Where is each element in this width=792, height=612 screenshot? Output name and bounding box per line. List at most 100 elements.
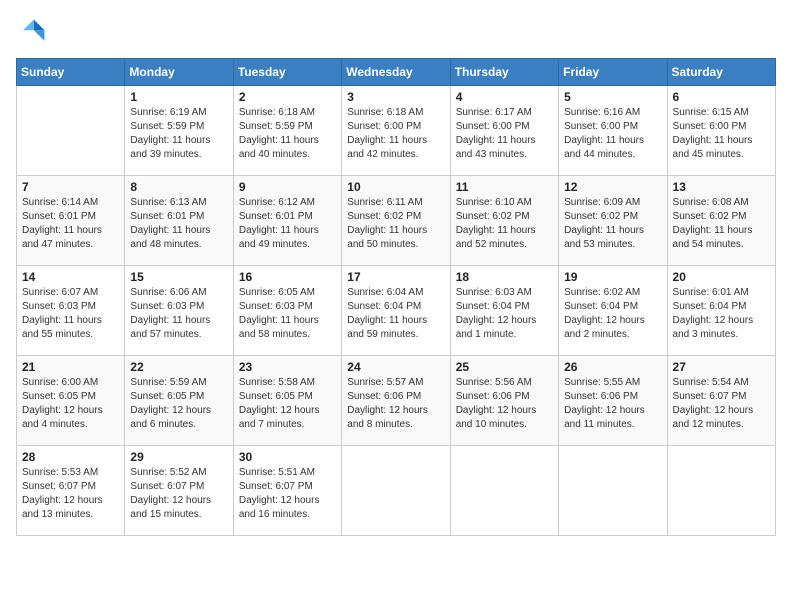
calendar-cell: 4 Sunrise: 6:17 AMSunset: 6:00 PMDaylight… bbox=[450, 86, 558, 176]
day-number: 27 bbox=[673, 360, 770, 374]
day-number: 1 bbox=[130, 90, 227, 104]
calendar-cell: 24Sunrise: 5:57 AMSunset: 6:06 PMDayligh… bbox=[342, 356, 450, 446]
day-number: 13 bbox=[673, 180, 770, 194]
calendar-cell: 14 Sunrise: 6:07 AMSunset: 6:03 PMDayligh… bbox=[17, 266, 125, 356]
cell-info: Sunrise: 5:52 AMSunset: 6:07 PMDaylight:… bbox=[130, 466, 227, 522]
cell-info: Sunrise: 6:18 AMSunset: 6:00 PMDaylight:… bbox=[347, 106, 444, 162]
cell-info: Sunrise: 6:16 AMSunset: 6:00 PMDaylight:… bbox=[564, 106, 661, 162]
cell-info: Sunrise: 6:17 AMSunset: 6:00 PMDaylight:… bbox=[456, 106, 553, 162]
header-row: SundayMondayTuesdayWednesdayThursdayFrid… bbox=[17, 59, 776, 86]
cell-info: Sunrise: 6:11 AMSunset: 6:02 PMDaylight:… bbox=[347, 196, 444, 252]
calendar-cell: 30 Sunrise: 5:51 AMSunset: 6:07 PMDayligh… bbox=[233, 446, 341, 536]
calendar-cell: 16 Sunrise: 6:05 AMSunset: 6:03 PMDayligh… bbox=[233, 266, 341, 356]
calendar-cell: 17 Sunrise: 6:04 AMSunset: 6:04 PMDayligh… bbox=[342, 266, 450, 356]
day-number: 18 bbox=[456, 270, 553, 284]
calendar-cell: 25 Sunrise: 5:56 AMSunset: 6:06 PMDayligh… bbox=[450, 356, 558, 446]
calendar-cell: 8 Sunrise: 6:13 AMSunset: 6:01 PMDaylight… bbox=[125, 176, 233, 266]
calendar-cell bbox=[450, 446, 558, 536]
day-number: 30 bbox=[239, 450, 336, 464]
day-number: 21 bbox=[22, 360, 119, 374]
calendar-cell: 15 Sunrise: 6:06 AMSunset: 6:03 PMDayligh… bbox=[125, 266, 233, 356]
week-row-3: 14 Sunrise: 6:07 AMSunset: 6:03 PMDayligh… bbox=[17, 266, 776, 356]
calendar-cell: 22 Sunrise: 5:59 AMSunset: 6:05 PMDayligh… bbox=[125, 356, 233, 446]
day-number: 29 bbox=[130, 450, 227, 464]
day-number: 16 bbox=[239, 270, 336, 284]
day-number: 9 bbox=[239, 180, 336, 194]
calendar-cell bbox=[17, 86, 125, 176]
day-number: 26 bbox=[564, 360, 661, 374]
cell-info: Sunrise: 5:51 AMSunset: 6:07 PMDaylight:… bbox=[239, 466, 336, 522]
day-number: 6 bbox=[673, 90, 770, 104]
logo bbox=[16, 16, 52, 48]
col-header-friday: Friday bbox=[559, 59, 667, 86]
calendar-cell: 6 Sunrise: 6:15 AMSunset: 6:00 PMDaylight… bbox=[667, 86, 775, 176]
cell-info: Sunrise: 6:00 AMSunset: 6:05 PMDaylight:… bbox=[22, 376, 119, 432]
week-row-2: 7 Sunrise: 6:14 AMSunset: 6:01 PMDaylight… bbox=[17, 176, 776, 266]
calendar-table: SundayMondayTuesdayWednesdayThursdayFrid… bbox=[16, 58, 776, 536]
cell-info: Sunrise: 6:06 AMSunset: 6:03 PMDaylight:… bbox=[130, 286, 227, 342]
calendar-cell: 10 Sunrise: 6:11 AMSunset: 6:02 PMDayligh… bbox=[342, 176, 450, 266]
cell-info: Sunrise: 6:13 AMSunset: 6:01 PMDaylight:… bbox=[130, 196, 227, 252]
day-number: 8 bbox=[130, 180, 227, 194]
cell-info: Sunrise: 5:59 AMSunset: 6:05 PMDaylight:… bbox=[130, 376, 227, 432]
cell-info: Sunrise: 6:02 AMSunset: 6:04 PMDaylight:… bbox=[564, 286, 661, 342]
cell-info: Sunrise: 5:56 AMSunset: 6:06 PMDaylight:… bbox=[456, 376, 553, 432]
calendar-cell: 23Sunrise: 5:58 AMSunset: 6:05 PMDayligh… bbox=[233, 356, 341, 446]
calendar-cell: 2 Sunrise: 6:18 AMSunset: 5:59 PMDaylight… bbox=[233, 86, 341, 176]
calendar-cell: 7 Sunrise: 6:14 AMSunset: 6:01 PMDaylight… bbox=[17, 176, 125, 266]
day-number: 5 bbox=[564, 90, 661, 104]
col-header-thursday: Thursday bbox=[450, 59, 558, 86]
cell-info: Sunrise: 6:18 AMSunset: 5:59 PMDaylight:… bbox=[239, 106, 336, 162]
week-row-1: 1 Sunrise: 6:19 AMSunset: 5:59 PMDaylight… bbox=[17, 86, 776, 176]
cell-info: Sunrise: 6:15 AMSunset: 6:00 PMDaylight:… bbox=[673, 106, 770, 162]
cell-info: Sunrise: 6:19 AMSunset: 5:59 PMDaylight:… bbox=[130, 106, 227, 162]
day-number: 2 bbox=[239, 90, 336, 104]
page-header bbox=[16, 16, 776, 48]
calendar-cell: 13Sunrise: 6:08 AMSunset: 6:02 PMDayligh… bbox=[667, 176, 775, 266]
day-number: 23 bbox=[239, 360, 336, 374]
calendar-cell: 27 Sunrise: 5:54 AMSunset: 6:07 PMDayligh… bbox=[667, 356, 775, 446]
calendar-cell: 1 Sunrise: 6:19 AMSunset: 5:59 PMDaylight… bbox=[125, 86, 233, 176]
day-number: 11 bbox=[456, 180, 553, 194]
day-number: 12 bbox=[564, 180, 661, 194]
cell-info: Sunrise: 6:10 AMSunset: 6:02 PMDaylight:… bbox=[456, 196, 553, 252]
calendar-cell: 29 Sunrise: 5:52 AMSunset: 6:07 PMDayligh… bbox=[125, 446, 233, 536]
cell-info: Sunrise: 6:05 AMSunset: 6:03 PMDaylight:… bbox=[239, 286, 336, 342]
logo-icon bbox=[16, 16, 48, 48]
calendar-cell: 18Sunrise: 6:03 AMSunset: 6:04 PMDayligh… bbox=[450, 266, 558, 356]
cell-info: Sunrise: 5:57 AMSunset: 6:06 PMDaylight:… bbox=[347, 376, 444, 432]
calendar-cell: 21 Sunrise: 6:00 AMSunset: 6:05 PMDayligh… bbox=[17, 356, 125, 446]
day-number: 25 bbox=[456, 360, 553, 374]
calendar-cell: 20 Sunrise: 6:01 AMSunset: 6:04 PMDayligh… bbox=[667, 266, 775, 356]
col-header-monday: Monday bbox=[125, 59, 233, 86]
calendar-cell: 28 Sunrise: 5:53 AMSunset: 6:07 PMDayligh… bbox=[17, 446, 125, 536]
cell-info: Sunrise: 6:07 AMSunset: 6:03 PMDaylight:… bbox=[22, 286, 119, 342]
col-header-sunday: Sunday bbox=[17, 59, 125, 86]
calendar-cell: 5 Sunrise: 6:16 AMSunset: 6:00 PMDaylight… bbox=[559, 86, 667, 176]
cell-info: Sunrise: 5:55 AMSunset: 6:06 PMDaylight:… bbox=[564, 376, 661, 432]
cell-info: Sunrise: 5:53 AMSunset: 6:07 PMDaylight:… bbox=[22, 466, 119, 522]
day-number: 3 bbox=[347, 90, 444, 104]
day-number: 10 bbox=[347, 180, 444, 194]
calendar-cell bbox=[559, 446, 667, 536]
col-header-tuesday: Tuesday bbox=[233, 59, 341, 86]
cell-info: Sunrise: 6:14 AMSunset: 6:01 PMDaylight:… bbox=[22, 196, 119, 252]
day-number: 15 bbox=[130, 270, 227, 284]
week-row-5: 28 Sunrise: 5:53 AMSunset: 6:07 PMDayligh… bbox=[17, 446, 776, 536]
day-number: 14 bbox=[22, 270, 119, 284]
day-number: 19 bbox=[564, 270, 661, 284]
day-number: 28 bbox=[22, 450, 119, 464]
calendar-cell: 11 Sunrise: 6:10 AMSunset: 6:02 PMDayligh… bbox=[450, 176, 558, 266]
day-number: 4 bbox=[456, 90, 553, 104]
cell-info: Sunrise: 6:04 AMSunset: 6:04 PMDaylight:… bbox=[347, 286, 444, 342]
cell-info: Sunrise: 6:09 AMSunset: 6:02 PMDaylight:… bbox=[564, 196, 661, 252]
calendar-cell: 12 Sunrise: 6:09 AMSunset: 6:02 PMDayligh… bbox=[559, 176, 667, 266]
day-number: 17 bbox=[347, 270, 444, 284]
calendar-cell bbox=[667, 446, 775, 536]
day-number: 20 bbox=[673, 270, 770, 284]
cell-info: Sunrise: 5:54 AMSunset: 6:07 PMDaylight:… bbox=[673, 376, 770, 432]
day-number: 22 bbox=[130, 360, 227, 374]
cell-info: Sunrise: 6:01 AMSunset: 6:04 PMDaylight:… bbox=[673, 286, 770, 342]
week-row-4: 21 Sunrise: 6:00 AMSunset: 6:05 PMDayligh… bbox=[17, 356, 776, 446]
day-number: 7 bbox=[22, 180, 119, 194]
